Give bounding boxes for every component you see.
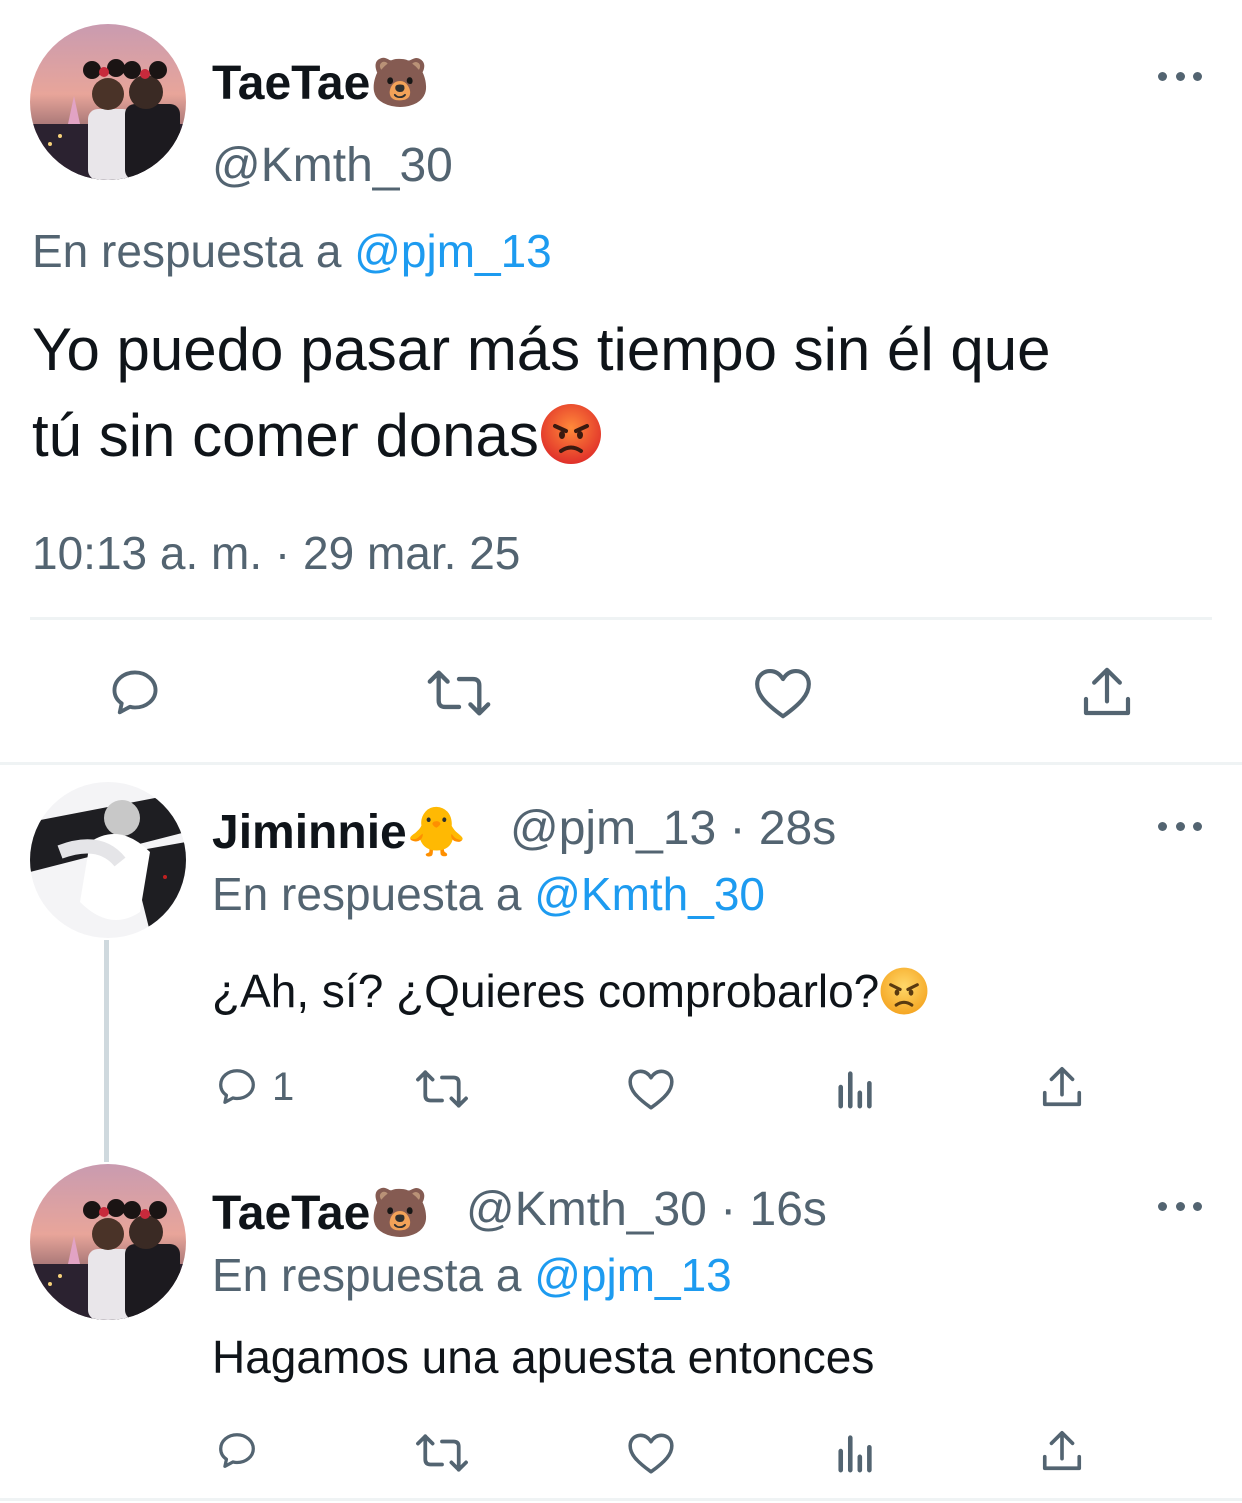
retweet-button[interactable] [426, 664, 492, 722]
retweet-icon [427, 670, 491, 716]
reply-count: 1 [272, 1064, 295, 1109]
reply-mention-link[interactable]: @Kmth_30 [534, 868, 765, 920]
views-button[interactable] [836, 1432, 876, 1474]
more-dots-icon[interactable] [1158, 68, 1202, 84]
tweet-text-line2: tú sin comer donas [32, 402, 539, 469]
reply-context: En respuesta a @Kmth_30 [212, 867, 765, 921]
speech-bubble-icon [219, 1069, 255, 1104]
reply-mention-link[interactable]: @pjm_13 [354, 225, 552, 277]
retweet-icon [416, 1434, 468, 1472]
heart-icon [628, 1069, 674, 1110]
share-upload-icon [1042, 1066, 1082, 1107]
reply-button[interactable]: 1 [214, 1064, 294, 1110]
bar-chart-icon [838, 1071, 872, 1109]
tweet-text: ¿Ah, sí? ¿Quieres comprobarlo? [212, 964, 929, 1020]
bar-chart-icon [838, 1435, 872, 1473]
handle-and-time: @pjm_13 · 28s [510, 801, 836, 856]
retweet-button[interactable] [414, 1066, 470, 1112]
user-handle[interactable]: @Kmth_30 [466, 1183, 707, 1236]
bear-emoji: 🐻 [370, 1185, 431, 1241]
retweet-button[interactable] [414, 1430, 470, 1476]
display-name-text: TaeTae [212, 57, 371, 110]
relative-time[interactable]: 16s [750, 1183, 827, 1236]
display-name[interactable]: TaeTae🐻 [212, 54, 430, 111]
reply-button[interactable] [214, 1428, 260, 1474]
display-name[interactable]: Jiminnie🐥 [212, 803, 466, 860]
share-button[interactable] [1040, 1064, 1084, 1110]
views-button[interactable] [836, 1068, 876, 1110]
avatar-taetae[interactable] [30, 24, 186, 180]
thread-connector-line [104, 940, 109, 1162]
reply-context: En respuesta a @pjm_13 [212, 1248, 732, 1302]
tweet-text: Yo puedo pasar más tiempo sin él que tú … [32, 318, 1232, 472]
retweet-icon [416, 1070, 468, 1108]
display-name-text: TaeTae [212, 1187, 371, 1240]
avatar-jiminnie[interactable] [30, 782, 186, 938]
reply-context: En respuesta a @pjm_13 [32, 224, 552, 278]
share-upload-icon [1083, 667, 1131, 716]
user-handle[interactable]: @pjm_13 [510, 802, 716, 855]
heart-icon [755, 668, 811, 719]
tweet-text: Hagamos una apuesta entonces [212, 1331, 875, 1383]
heart-icon [628, 1433, 674, 1474]
user-handle[interactable]: @Kmth_30 [212, 138, 453, 193]
relative-time[interactable]: 28s [759, 802, 836, 855]
more-dots-icon[interactable] [1158, 1198, 1202, 1214]
share-upload-icon [1042, 1430, 1082, 1471]
speech-bubble-icon [219, 1433, 255, 1468]
tweet-text-line1: Yo puedo pasar más tiempo sin él que [32, 316, 1051, 383]
reply-mention-link[interactable]: @pjm_13 [534, 1249, 732, 1301]
divider [30, 617, 1212, 620]
tweet-timestamp[interactable]: 10:13 a. m. · 29 mar. 25 [32, 526, 520, 580]
reply-prefix: En respuesta a [32, 225, 342, 277]
speech-bubble-icon [112, 670, 158, 715]
pouting-face-emoji-icon [880, 967, 928, 1015]
display-name-text: Jiminnie [212, 806, 407, 859]
reply-button[interactable] [106, 664, 164, 722]
avatar-taetae[interactable] [30, 1164, 186, 1320]
reply-prefix: En respuesta a [212, 868, 522, 920]
bear-emoji: 🐻 [370, 55, 431, 111]
separator-dot: · [720, 1183, 737, 1236]
tweet-text-content: ¿Ah, sí? ¿Quieres comprobarlo? [212, 965, 880, 1017]
more-dots-icon[interactable] [1158, 818, 1202, 834]
share-button[interactable] [1040, 1428, 1084, 1474]
reply-prefix: En respuesta a [212, 1249, 522, 1301]
divider [0, 1498, 1242, 1501]
handle-and-time: @Kmth_30 · 16s [466, 1182, 827, 1237]
like-button[interactable] [752, 664, 814, 722]
divider [0, 762, 1242, 765]
display-name[interactable]: TaeTae🐻 [212, 1184, 430, 1241]
separator-dot: · [729, 802, 746, 855]
share-button[interactable] [1080, 664, 1134, 720]
tweet-text-line2-wrap: tú sin comer donas [32, 404, 1232, 472]
chick-emoji: 🐥 [406, 804, 467, 860]
like-button[interactable] [626, 1066, 676, 1112]
like-button[interactable] [626, 1430, 676, 1476]
tweet-thread-page: TaeTae🐻 @Kmth_30 En respuesta a @pjm_13 … [0, 0, 1242, 1503]
angry-face-emoji-icon [540, 404, 601, 465]
